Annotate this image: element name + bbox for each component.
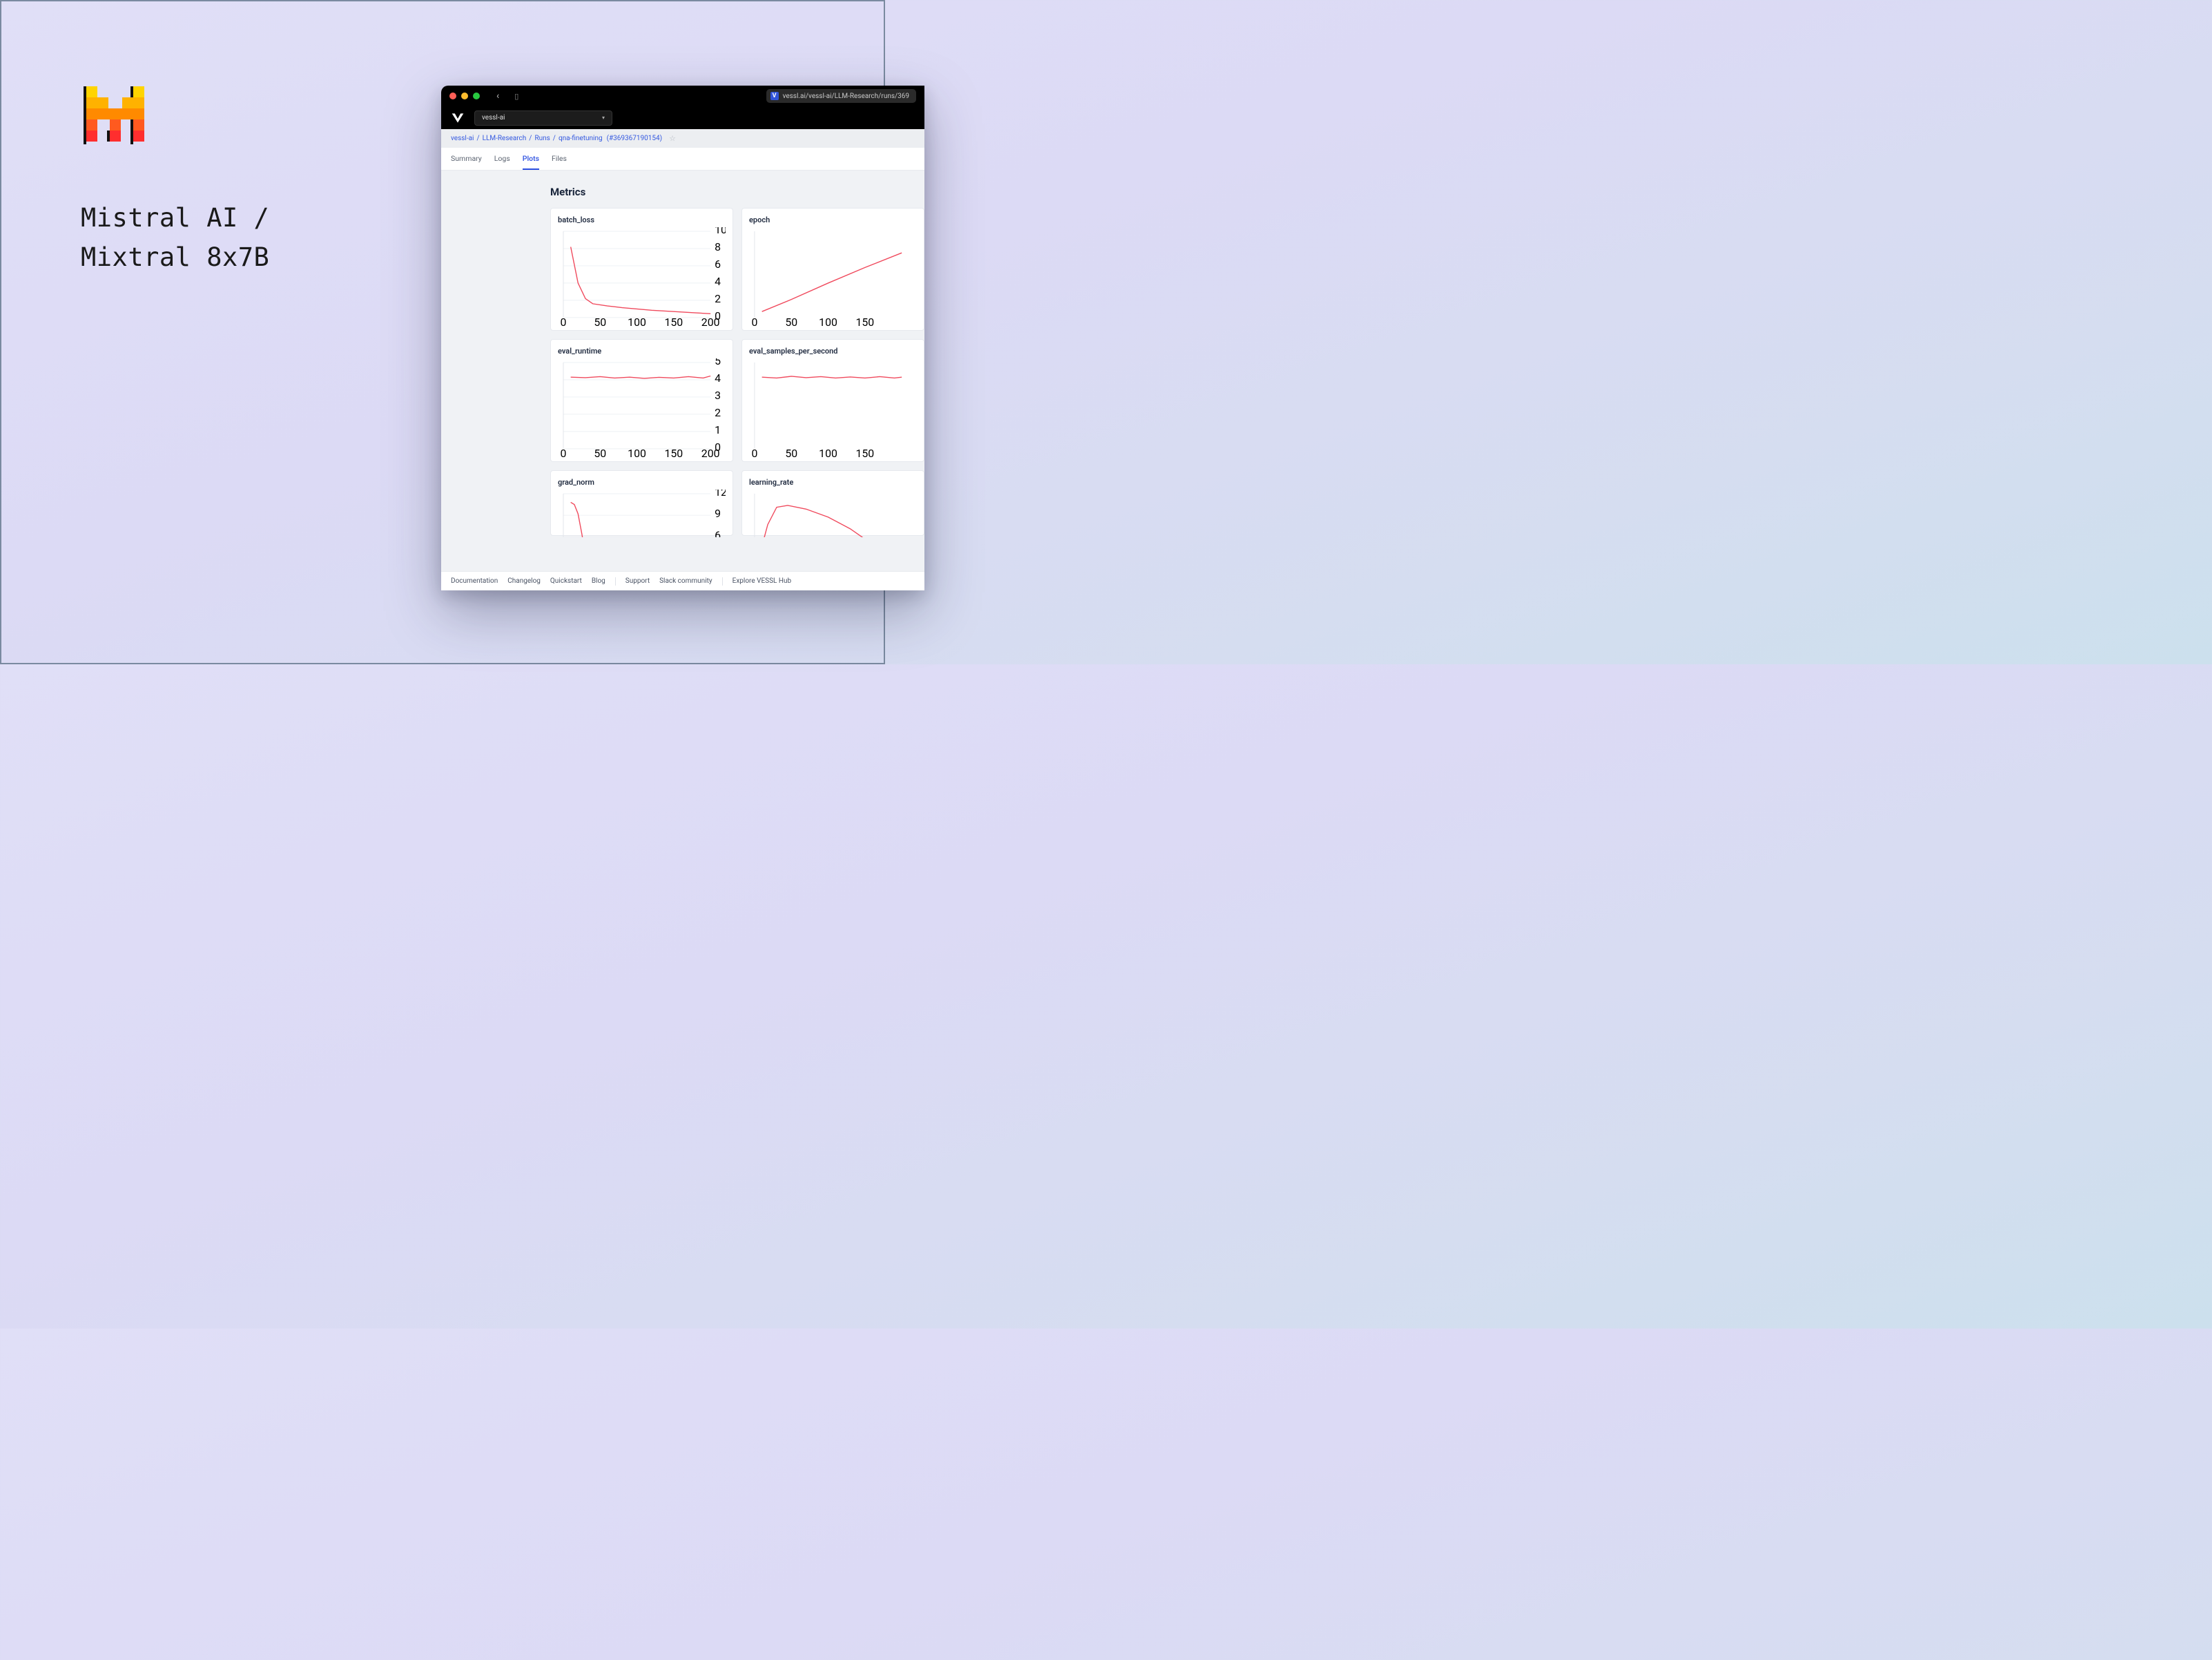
chevron-down-icon: ▾	[602, 115, 605, 121]
metric-title: learning_rate	[749, 478, 917, 487]
tab-files[interactable]: Files	[552, 148, 567, 170]
crumb-run-id: (#369367190154)	[607, 135, 663, 142]
org-selector[interactable]: vessl-ai ▾	[474, 110, 612, 126]
svg-text:5: 5	[715, 358, 721, 367]
svg-text:50: 50	[785, 316, 797, 329]
mistral-logo-icon	[81, 81, 150, 150]
footer-bar: Documentation Changelog Quickstart Blog Supp…	[441, 571, 924, 590]
svg-text:3: 3	[715, 389, 721, 402]
shield-icon[interactable]: ▯	[514, 92, 518, 101]
window-controls[interactable]	[449, 93, 480, 99]
crumb-section[interactable]: Runs	[534, 135, 550, 142]
minimize-icon[interactable]	[461, 93, 468, 99]
svg-text:2: 2	[715, 292, 721, 305]
grad_norm-plot: 6 9 12	[558, 490, 726, 537]
footer-link[interactable]: Documentation	[451, 577, 498, 585]
address-bar[interactable]: V vessl.ai/vessl-ai/LLM-Research/runs/36…	[766, 89, 916, 103]
batch_loss-plot: 0246810050100150200	[558, 227, 726, 330]
svg-text:1: 1	[715, 423, 721, 436]
close-icon[interactable]	[449, 93, 456, 99]
metric-title: grad_norm	[558, 478, 726, 487]
back-icon[interactable]: ‹	[496, 90, 499, 102]
svg-text:200: 200	[701, 316, 720, 329]
svg-text:12: 12	[715, 490, 726, 499]
org-selector-value: vessl-ai	[482, 114, 505, 122]
footer-divider	[615, 577, 616, 586]
tab-summary[interactable]: Summary	[451, 148, 482, 170]
svg-text:100: 100	[819, 447, 837, 460]
svg-text:0: 0	[560, 447, 566, 460]
metric-card-learning_rate[interactable]: learning_rate	[741, 470, 924, 536]
metric-card-eval_samples_per_second[interactable]: eval_samples_per_second 0 50 100 150	[741, 339, 924, 462]
footer-link[interactable]: Slack community	[659, 577, 712, 585]
hero: Mistral AI / Mixtral 8x7B	[81, 81, 269, 278]
svg-text:150: 150	[664, 316, 683, 329]
svg-text:10: 10	[715, 227, 726, 236]
crumb-project[interactable]: LLM-Research	[483, 135, 527, 142]
address-url: vessl.ai/vessl-ai/LLM-Research/runs/369	[783, 93, 909, 100]
footer-link[interactable]: Explore VESSL Hub	[733, 577, 792, 585]
footer-divider	[722, 577, 723, 586]
zoom-icon[interactable]	[473, 93, 480, 99]
tab-logs[interactable]: Logs	[494, 148, 510, 170]
learning_rate-plot	[749, 490, 917, 537]
epoch-plot: 0 50 100 150	[749, 227, 917, 330]
eval_samples_per_second-plot: 0 50 100 150	[749, 358, 917, 461]
metric-card-grad_norm[interactable]: grad_norm 6 9 12	[550, 470, 733, 536]
svg-text:50: 50	[594, 447, 606, 460]
svg-text:4: 4	[715, 275, 721, 288]
svg-text:0: 0	[751, 447, 757, 460]
metric-title: batch_loss	[558, 215, 726, 224]
metric-card-epoch[interactable]: epoch 0 50 100 150	[741, 208, 924, 331]
app-navbar: vessl-ai ▾	[441, 106, 924, 129]
svg-text:150: 150	[855, 316, 874, 329]
svg-text:50: 50	[785, 447, 797, 460]
metric-title: epoch	[749, 215, 917, 224]
eval_runtime-plot: 012345050100150200	[558, 358, 726, 461]
browser-titlebar: ‹ ▯ V vessl.ai/vessl-ai/LLM-Research/run…	[441, 86, 924, 106]
hero-title: Mistral AI / Mixtral 8x7B	[81, 198, 269, 278]
svg-text:50: 50	[594, 316, 606, 329]
breadcrumb: vessl-ai / LLM-Research / Runs / qna-fin…	[441, 129, 924, 148]
svg-text:150: 150	[855, 447, 874, 460]
footer-link[interactable]: Changelog	[507, 577, 541, 585]
svg-text:6: 6	[715, 528, 721, 537]
star-icon[interactable]: ☆	[669, 134, 676, 143]
svg-text:9: 9	[715, 507, 721, 520]
metric-title: eval_runtime	[558, 347, 726, 356]
footer-link[interactable]: Quickstart	[550, 577, 582, 585]
metrics-grid: batch_loss0246810050100150200epoch050100…	[550, 208, 924, 536]
svg-text:150: 150	[664, 447, 683, 460]
metric-title: eval_samples_per_second	[749, 347, 917, 356]
footer-link[interactable]: Support	[625, 577, 650, 585]
metric-card-eval_runtime[interactable]: eval_runtime012345050100150200	[550, 339, 733, 462]
metric-card-batch_loss[interactable]: batch_loss0246810050100150200	[550, 208, 733, 331]
site-favicon-icon: V	[770, 92, 779, 100]
tab-plots[interactable]: Plots	[523, 148, 539, 170]
svg-text:0: 0	[560, 316, 566, 329]
svg-text:0: 0	[751, 316, 757, 329]
svg-text:200: 200	[701, 447, 720, 460]
crumb-org[interactable]: vessl-ai	[451, 135, 474, 142]
section-title: Metrics	[550, 186, 924, 198]
vessl-logo-icon[interactable]	[451, 111, 465, 125]
svg-text:6: 6	[715, 258, 721, 271]
svg-text:100: 100	[819, 316, 837, 329]
svg-text:4: 4	[715, 371, 721, 385]
svg-text:2: 2	[715, 406, 721, 419]
tab-bar: Summary Logs Plots Files	[441, 148, 924, 171]
svg-text:100: 100	[628, 316, 646, 329]
svg-text:100: 100	[628, 447, 646, 460]
footer-link[interactable]: Blog	[592, 577, 605, 585]
browser-window: ‹ ▯ V vessl.ai/vessl-ai/LLM-Research/run…	[441, 86, 924, 590]
content-area: Metrics batch_loss0246810050100150200epo…	[441, 171, 924, 590]
crumb-run[interactable]: qna-finetuning	[559, 135, 603, 142]
svg-text:8: 8	[715, 240, 721, 253]
